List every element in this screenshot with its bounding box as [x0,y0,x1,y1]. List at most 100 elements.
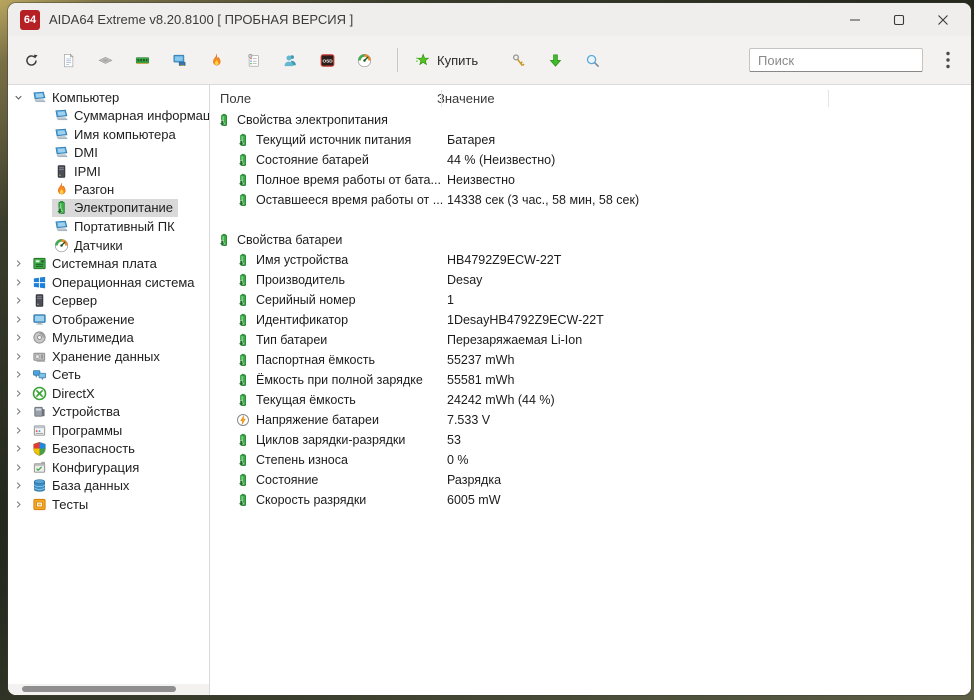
column-divider[interactable] [828,90,829,107]
sidebar-item-10[interactable]: Операционная система [8,273,209,292]
minimize-button[interactable] [833,3,877,36]
chevron-right-icon[interactable] [12,277,25,288]
table-row[interactable]: Серийный номер 1 [210,290,971,310]
table-row[interactable]: Ёмкость при полной зарядке 55581 mWh [210,370,971,390]
sidebar-item-1[interactable]: Суммарная информация [8,107,209,126]
horizontal-scrollbar[interactable] [8,684,209,695]
section-header-row[interactable]: Свойства батареи [210,230,971,250]
field-label: Состояние батарей [256,153,369,167]
table-row[interactable]: Напряжение батареи 7.533 V [210,410,971,430]
refresh-icon [24,53,50,68]
field-label: Циклов зарядки-разрядки [256,433,406,447]
chevron-right-icon[interactable] [12,314,25,325]
maximize-button[interactable] [877,3,921,36]
sidebar-item-5[interactable]: Разгон [8,181,209,200]
chevron-right-icon[interactable] [12,425,25,436]
table-row[interactable]: Имя устройства HB4792Z9ECW-22T [210,250,971,270]
table-row[interactable]: Степень износа 0 % [210,450,971,470]
table-row[interactable]: Тип батареи Перезаряжаемая Li-Ion [210,330,971,350]
sidebar-item-16[interactable]: DirectX [8,384,209,403]
sidebar-item-15[interactable]: Сеть [8,366,209,385]
table-row[interactable]: Полное время работы от бата... Неизвестно [210,170,971,190]
search-input[interactable] [749,48,923,72]
sidebar-item-4[interactable]: IPMI [8,162,209,181]
sidebar-item-20[interactable]: Конфигурация [8,458,209,477]
section-header-row[interactable]: Свойства электропитания [210,110,971,130]
battery-icon [236,133,250,147]
gauge-button[interactable] [351,42,388,78]
sidebar-item-9[interactable]: Системная плата [8,255,209,274]
cpu-button[interactable] [92,42,129,78]
scrollbar-thumb[interactable] [22,686,176,692]
sidebar-item-12[interactable]: Отображение [8,310,209,329]
chevron-right-icon[interactable] [12,406,25,417]
section-title: Свойства электропитания [237,113,388,127]
table-row[interactable]: Оставшееся время работы от ... 14338 сек … [210,190,971,210]
field-value: 55237 mWh [447,353,515,367]
table-row[interactable]: Циклов зарядки-разрядки 53 [210,430,971,450]
column-header-value[interactable]: Значение [437,91,495,106]
field-label: Полное время работы от бата... [256,173,441,187]
table-row[interactable]: Идентификатор 1DesayHB4792Z9ECW-22T [210,310,971,330]
sidebar-item-21[interactable]: База данных [8,477,209,496]
sidebar-item-label: Суммарная информация [74,108,210,124]
gauge-icon [54,238,69,253]
sidebar-item-14[interactable]: Хранение данных [8,347,209,366]
sidebar-item-label: Системная плата [52,256,157,272]
find-button[interactable] [574,42,611,78]
sidebar-item-7[interactable]: Портативный ПК [8,218,209,237]
table-row[interactable]: Скорость разрядки 6005 mW [210,490,971,510]
chevron-right-icon[interactable] [12,369,25,380]
video-button[interactable] [166,42,203,78]
table-row[interactable]: Производитель Desay [210,270,971,290]
sidebar-item-8[interactable]: Датчики [8,236,209,255]
field-label: Степень износа [256,453,348,467]
sidebar-item-13[interactable]: Мультимедиа [8,329,209,348]
column-header-field[interactable]: Поле [210,91,437,106]
report-button[interactable] [55,42,92,78]
chevron-right-icon[interactable] [12,480,25,491]
sidebar-item-6[interactable]: Электропитание [8,199,209,218]
sidebar-item-18[interactable]: Программы [8,421,209,440]
sidebar-item-17[interactable]: Устройства [8,403,209,422]
table-row[interactable]: Состояние Разрядка [210,470,971,490]
table-row[interactable]: Текущая ёмкость 24242 mWh (44 %) [210,390,971,410]
close-button[interactable] [921,3,965,36]
column-divider[interactable] [441,90,442,107]
chevron-right-icon[interactable] [12,351,25,362]
chevron-right-icon[interactable] [12,499,25,510]
sidebar-item-11[interactable]: Сервер [8,292,209,311]
buy-button[interactable]: Купить [407,42,486,78]
ram-button[interactable] [129,42,166,78]
overclock-button[interactable] [203,42,240,78]
sidebar-item-19[interactable]: Безопасность [8,440,209,459]
sidebar-item-3[interactable]: DMI [8,144,209,163]
battery-icon [236,193,250,207]
tests-icon [32,497,47,512]
more-menu-button[interactable] [939,49,957,71]
osd-button[interactable]: OSD [314,42,351,78]
keys-icon [511,53,526,68]
sensor-button[interactable] [240,42,277,78]
chevron-right-icon[interactable] [12,462,25,473]
chevron-right-icon[interactable] [12,388,25,399]
chevron-right-icon[interactable] [12,295,25,306]
users-button[interactable] [277,42,314,78]
sidebar-item-2[interactable]: Имя компьютера [8,125,209,144]
table-row[interactable]: Текущий источник питания Батарея [210,130,971,150]
table-row[interactable]: Состояние батарей 44 % (Неизвестно) [210,150,971,170]
refresh-button[interactable] [18,42,55,78]
chevron-right-icon[interactable] [12,332,25,343]
download-icon [548,53,563,68]
sidebar-item-label: Мультимедиа [52,330,134,346]
chevron-down-icon[interactable] [12,92,25,103]
field-value: 1 [447,293,454,307]
keys-button[interactable] [500,42,537,78]
table-row[interactable]: Паспортная ёмкость 55237 mWh [210,350,971,370]
download-button[interactable] [537,42,574,78]
chevron-right-icon[interactable] [12,443,25,454]
chevron-right-icon[interactable] [12,258,25,269]
sidebar-item-0[interactable]: Компьютер [8,88,209,107]
sidebar-item-22[interactable]: Тесты [8,495,209,514]
